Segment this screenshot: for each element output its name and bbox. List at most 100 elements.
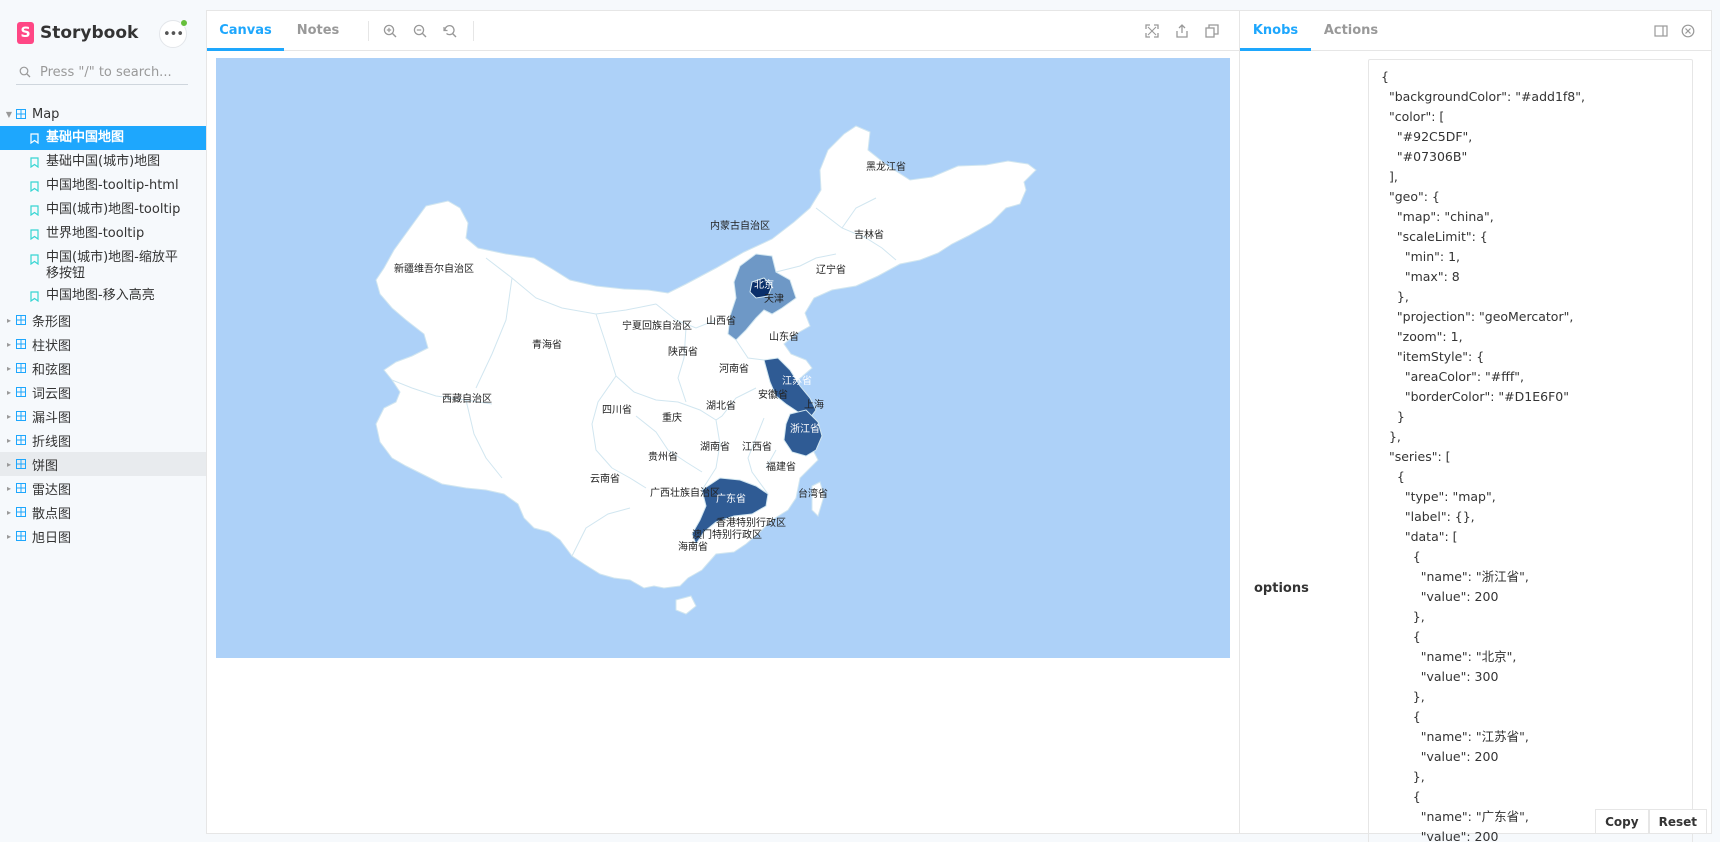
- tree-group[interactable]: ▸ 雷达图: [0, 476, 206, 500]
- tree-group-map[interactable]: ▼ Map: [0, 102, 206, 126]
- tree-story[interactable]: 中国地图-tooltip-html: [0, 174, 206, 198]
- tree-story-label: 基础中国(城市)地图: [46, 154, 161, 169]
- story-tree: ▼ Map 基础中国地图 基础中国(城市)地图 中国地图-tooltip-htm…: [0, 102, 206, 548]
- tree-group-label: 旭日图: [32, 530, 72, 546]
- tree-group[interactable]: ▸ 词云图: [0, 380, 206, 404]
- map-label: 湖南省: [700, 440, 730, 453]
- options-json-editor[interactable]: { "backgroundColor": "#add1f8", "color":…: [1368, 59, 1693, 842]
- tree-group-label: 漏斗图: [32, 410, 72, 426]
- component-icon: [16, 435, 26, 445]
- options-knob-label: options: [1254, 581, 1309, 596]
- tree-story[interactable]: 基础中国地图: [0, 126, 206, 150]
- share-icon[interactable]: [1174, 23, 1190, 39]
- tree-story-label: 中国地图-tooltip-html: [46, 178, 179, 193]
- bookmark-icon: [30, 290, 39, 302]
- tree-story[interactable]: 中国(城市)地图-tooltip: [0, 198, 206, 222]
- tree-group[interactable]: ▸ 旭日图: [0, 524, 206, 548]
- canvas-panel: Canvas Notes 黑龙江省 内蒙古自治区 吉林省 新疆维吾尔自治区 辽宁…: [206, 10, 1239, 834]
- tree-group-label: 散点图: [32, 506, 72, 522]
- map-label: 云南省: [590, 472, 620, 485]
- brand[interactable]: S Storybook: [17, 22, 138, 44]
- caret-right-icon: ▸: [6, 435, 11, 445]
- bookmark-icon: [30, 254, 39, 265]
- storybook-logo-icon: S: [17, 22, 34, 44]
- tree-story-label: 中国(城市)地图-tooltip: [46, 202, 181, 217]
- zoom-in-icon[interactable]: [382, 23, 398, 39]
- tree-story-label: 世界地图-tooltip: [46, 226, 145, 241]
- tree-group-label: 雷达图: [32, 482, 72, 498]
- addons-panel: Knobs Actions options { "backgroundColor…: [1239, 10, 1712, 842]
- tree-group[interactable]: ▸ 折线图: [0, 428, 206, 452]
- caret-right-icon: ▸: [6, 411, 11, 421]
- map-label: 陕西省: [668, 345, 698, 358]
- map-label: 江苏省: [782, 374, 812, 387]
- caret-right-icon: ▸: [6, 387, 11, 397]
- map-label: 青海省: [532, 338, 562, 351]
- panel-orientation-icon[interactable]: [1653, 23, 1669, 39]
- map-label: 澳门特别行政区: [692, 528, 762, 541]
- more-icon: •••: [162, 26, 184, 42]
- toolbar-divider: [368, 21, 369, 41]
- map-label: 内蒙古自治区: [710, 219, 770, 232]
- tab-knobs[interactable]: Knobs: [1240, 11, 1311, 51]
- tree-group[interactable]: ▸ 散点图: [0, 500, 206, 524]
- component-icon: [16, 109, 26, 119]
- map-label: 香港特别行政区: [716, 516, 786, 529]
- caret-right-icon: ▸: [6, 315, 11, 325]
- options-json-text[interactable]: { "backgroundColor": "#add1f8", "color":…: [1369, 60, 1692, 842]
- map-label: 四川省: [602, 403, 632, 416]
- map-label: 天津: [764, 293, 784, 305]
- caret-down-icon: ▼: [5, 109, 13, 119]
- tree-group[interactable]: ▸ 饼图: [0, 452, 206, 476]
- tree-group[interactable]: ▸ 漏斗图: [0, 404, 206, 428]
- addons-tabbar: Knobs Actions: [1240, 11, 1711, 51]
- component-icon: [16, 483, 26, 493]
- component-icon: [16, 411, 26, 421]
- tree-group[interactable]: ▸ 条形图: [0, 308, 206, 332]
- tree-group[interactable]: ▸ 柱状图: [0, 332, 206, 356]
- zoom-reset-icon[interactable]: [442, 23, 458, 39]
- search-input[interactable]: Press "/" to search...: [16, 60, 188, 85]
- tree-group-label: 条形图: [32, 314, 72, 330]
- close-icon[interactable]: [1680, 23, 1696, 39]
- tree-group-label: 柱状图: [32, 338, 72, 354]
- tree-group[interactable]: ▸ 和弦图: [0, 356, 206, 380]
- sidebar: S Storybook ••• Press "/" to search... ▼…: [0, 0, 206, 842]
- map-label: 湖北省: [706, 399, 736, 412]
- map-label: 北京: [754, 278, 774, 291]
- tree-story[interactable]: 世界地图-tooltip: [0, 222, 206, 246]
- tab-actions[interactable]: Actions: [1311, 11, 1391, 51]
- tree-story[interactable]: 基础中国(城市)地图: [0, 150, 206, 174]
- tree-group-label: Map: [32, 106, 60, 122]
- fullscreen-icon[interactable]: [1144, 23, 1160, 39]
- reset-button[interactable]: Reset: [1648, 809, 1707, 833]
- tree-group-label: 词云图: [32, 386, 72, 402]
- tree-groups: ▸ 条形图 ▸ 柱状图 ▸ 和弦图 ▸ 词云图 ▸ 漏斗图 ▸ 折线图 ▸ 饼图 ▸ 雷达图 ▸ 散点图 ▸ 旭日图: [0, 308, 206, 548]
- component-icon: [16, 459, 26, 469]
- knob-actions: Copy Reset: [1595, 809, 1707, 833]
- caret-right-icon: ▸: [6, 507, 11, 517]
- copy-button[interactable]: Copy: [1595, 809, 1649, 833]
- china-map[interactable]: 黑龙江省 内蒙古自治区 吉林省 新疆维吾尔自治区 辽宁省 北京 天津 宁夏回族自…: [216, 58, 1230, 658]
- map-label: 新疆维吾尔自治区: [394, 262, 474, 275]
- map-label: 重庆: [662, 411, 682, 424]
- canvas-toolbar: Canvas Notes: [207, 11, 1239, 51]
- map-label: 广东省: [716, 492, 746, 505]
- component-icon: [16, 315, 26, 325]
- map-label: 山东省: [769, 330, 799, 343]
- zoom-out-icon[interactable]: [412, 23, 428, 39]
- caret-right-icon: ▸: [6, 459, 11, 469]
- copy-icon[interactable]: [1204, 23, 1220, 39]
- tab-canvas[interactable]: Canvas: [207, 11, 284, 51]
- map-label: 西藏自治区: [442, 392, 492, 405]
- bookmark-icon: [30, 204, 39, 216]
- search-placeholder: Press "/" to search...: [40, 64, 172, 80]
- tree-story[interactable]: 中国(城市)地图-缩放平 移按钮: [0, 246, 206, 284]
- tree-group-label: 和弦图: [32, 362, 72, 378]
- caret-right-icon: ▸: [6, 531, 11, 541]
- map-label: 贵州省: [648, 450, 678, 463]
- map-preview[interactable]: 黑龙江省 内蒙古自治区 吉林省 新疆维吾尔自治区 辽宁省 北京 天津 宁夏回族自…: [216, 58, 1230, 658]
- tree-story[interactable]: 中国地图-移入高亮: [0, 284, 206, 308]
- tab-notes[interactable]: Notes: [284, 11, 352, 51]
- bookmark-icon: [30, 228, 39, 240]
